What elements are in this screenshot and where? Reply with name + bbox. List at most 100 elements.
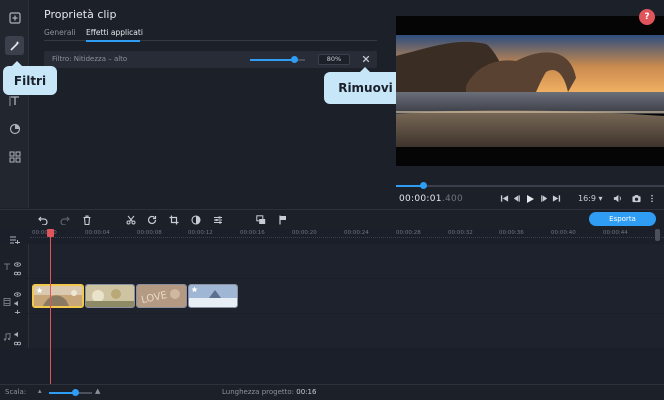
remove-tooltip: Rimuovi xyxy=(324,67,407,104)
project-length: Lunghezza progetto: 00:16 xyxy=(222,388,316,396)
properties-tabs: Generali Effetti applicati xyxy=(44,28,377,42)
audio-track-header xyxy=(0,314,29,348)
project-length-label: Lunghezza progetto: xyxy=(222,388,295,396)
ruler-tick: 00:00:28 xyxy=(396,230,421,236)
volume-icon[interactable] xyxy=(14,323,22,338)
close-icon xyxy=(362,55,370,63)
video-preview xyxy=(396,16,664,166)
preview-area xyxy=(396,0,664,208)
audio-track xyxy=(0,314,664,348)
skip-start-icon[interactable] xyxy=(499,193,509,204)
eye-icon[interactable] xyxy=(14,283,22,297)
filter-slider-fill xyxy=(250,59,294,61)
text-track-icon xyxy=(3,256,11,270)
active-tab-indicator xyxy=(86,40,140,42)
zoom-in-icon[interactable]: ▲ xyxy=(95,387,100,395)
ruler-tick: 00:00:16 xyxy=(240,230,265,236)
clip-thumbnail: LOVE xyxy=(137,285,186,307)
stickers-icon[interactable] xyxy=(5,119,24,138)
video-track-header xyxy=(0,279,29,316)
link-icon[interactable] xyxy=(14,301,22,316)
export-button[interactable]: Esporta xyxy=(589,212,656,226)
filter-star-icon xyxy=(36,287,43,294)
ruler-tick: 00:00:44 xyxy=(603,230,628,236)
project-length-value: 00:16 xyxy=(296,388,317,396)
panel-title: Proprietà clip xyxy=(44,8,117,21)
redo-icon[interactable] xyxy=(59,214,70,225)
left-tool-sidebar xyxy=(0,0,29,208)
volume-icon[interactable] xyxy=(14,292,22,307)
video-frame-image xyxy=(396,16,664,166)
ruler-dots xyxy=(30,237,664,238)
ruler-tick: 00:00:32 xyxy=(448,230,473,236)
delete-icon[interactable] xyxy=(81,214,92,225)
timecode-display: 00:00:01.400 xyxy=(399,194,463,204)
progress-handle[interactable] xyxy=(420,182,427,189)
timeline-ruler[interactable]: 00:00:00 00:00:04 00:00:08 00:00:12 00:0… xyxy=(30,229,664,239)
clip-properties-panel: Proprietà clip Generali Effetti applicat… xyxy=(30,0,395,208)
aspect-ratio-select[interactable]: 16:9 ▾ xyxy=(578,194,603,203)
video-track-icon xyxy=(3,291,11,306)
progress-fill xyxy=(396,185,423,187)
clip-thumbnail xyxy=(86,285,134,307)
ruler-tick: 00:00:24 xyxy=(344,230,369,236)
link-icon[interactable] xyxy=(14,332,22,346)
link-icon[interactable] xyxy=(14,262,22,276)
cut-icon[interactable] xyxy=(125,214,136,225)
next-frame-icon[interactable] xyxy=(539,193,549,204)
filter-label: Filtro: Nitidezza – alto xyxy=(52,55,128,63)
filter-value-field[interactable]: 80% xyxy=(318,54,350,65)
ruler-tick: 00:00:08 xyxy=(137,230,162,236)
video-clip-winter[interactable] xyxy=(188,284,238,308)
ruler-tick: 00:00:20 xyxy=(292,230,317,236)
filters-tooltip: Filtri xyxy=(3,61,57,95)
more-icon[interactable] xyxy=(5,147,24,166)
play-icon[interactable] xyxy=(524,193,536,204)
snapshot-icon[interactable] xyxy=(631,193,642,204)
tab-general[interactable]: Generali xyxy=(44,28,76,37)
scale-label: Scala: xyxy=(5,388,27,396)
zoom-slider[interactable] xyxy=(49,389,92,396)
add-track-icon[interactable] xyxy=(9,230,20,245)
marker-icon[interactable] xyxy=(277,214,288,225)
playhead-line xyxy=(50,236,51,384)
undo-icon[interactable] xyxy=(37,214,48,225)
help-button[interactable]: ? xyxy=(639,9,655,25)
ruler-tick: 00:00:12 xyxy=(188,230,213,236)
status-bar: Scala: ▴ ▲ Lunghezza progetto: 00:16 xyxy=(0,384,664,400)
tab-applied-effects[interactable]: Effetti applicati xyxy=(86,28,143,37)
timecode-ms: .400 xyxy=(441,194,464,204)
text-track xyxy=(0,244,664,278)
music-note-icon xyxy=(3,326,11,341)
video-clip-love[interactable]: LOVE xyxy=(136,284,187,308)
filter-slider-handle[interactable] xyxy=(291,56,298,63)
overlay-icon[interactable] xyxy=(255,214,266,225)
ruler-tick: 00:00:04 xyxy=(85,230,110,236)
filter-intensity-slider[interactable] xyxy=(250,56,305,63)
ruler-tick: 00:00:36 xyxy=(499,230,524,236)
video-clip-flowers[interactable] xyxy=(85,284,135,308)
video-clip-beach[interactable] xyxy=(32,284,84,308)
prev-frame-icon[interactable] xyxy=(511,193,521,204)
import-icon[interactable] xyxy=(5,8,24,27)
magic-wand-icon[interactable] xyxy=(5,36,24,55)
crop-icon[interactable] xyxy=(168,214,179,225)
timecode-main: 00:00:01 xyxy=(399,194,442,204)
eye-icon[interactable] xyxy=(14,253,22,267)
timeline-toolbar xyxy=(0,209,664,229)
zoom-out-icon[interactable]: ▴ xyxy=(38,387,42,395)
timeline-scrollbar[interactable] xyxy=(655,229,660,241)
applied-filter-row: Filtro: Nitidezza – alto 80% xyxy=(44,51,377,68)
color-icon[interactable] xyxy=(190,214,201,225)
video-editor-window: Proprietà clip Generali Effetti applicat… xyxy=(0,0,664,400)
text-track-header xyxy=(0,244,29,278)
zoom-slider-handle[interactable] xyxy=(72,389,79,396)
playback-progress-bar[interactable] xyxy=(396,182,664,189)
remove-filter-button[interactable] xyxy=(360,53,372,65)
settings-icon[interactable] xyxy=(212,214,223,225)
rotate-icon[interactable] xyxy=(146,214,157,225)
ruler-tick: 00:00:40 xyxy=(551,230,576,236)
more-vertical-icon[interactable] xyxy=(648,193,656,204)
volume-icon[interactable] xyxy=(612,193,623,204)
skip-end-icon[interactable] xyxy=(551,193,561,204)
